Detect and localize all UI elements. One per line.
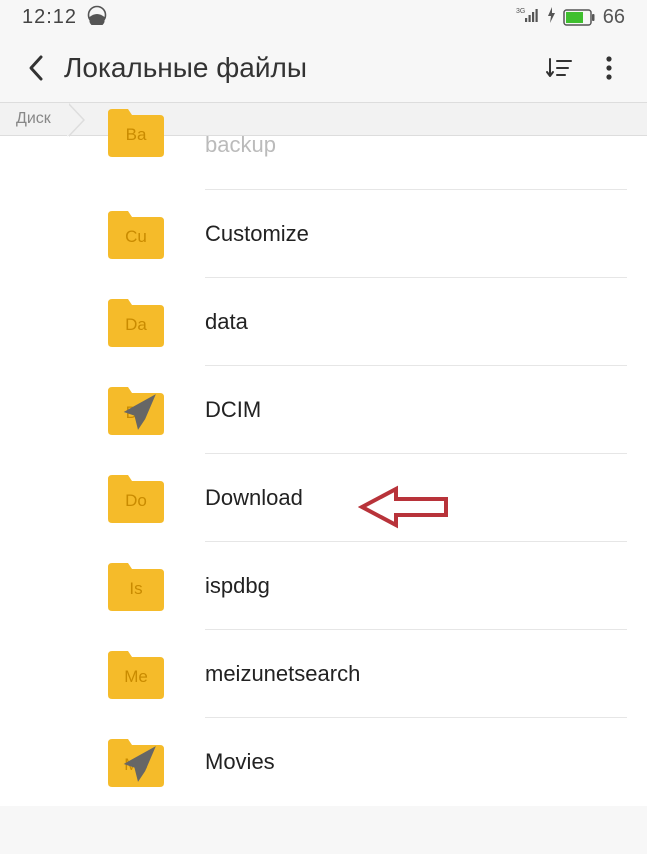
folder-icon: Do — [106, 473, 166, 523]
folder-name: backup — [205, 132, 276, 158]
battery-icon — [563, 9, 595, 26]
charging-icon — [546, 6, 557, 29]
sort-button[interactable] — [537, 46, 581, 90]
folder-icon: Da — [106, 297, 166, 347]
back-button[interactable] — [16, 48, 56, 88]
folder-icon: Dc — [106, 385, 166, 435]
status-bar: 12:12 3G 66 — [0, 0, 647, 34]
folder-name: meizunetsearch — [205, 661, 360, 687]
list-item[interactable]: Dc DCIM — [0, 366, 647, 454]
list-item[interactable]: Mo Movies — [0, 718, 647, 806]
titlebar: Локальные файлы — [0, 34, 647, 102]
folder-icon: Mo — [106, 737, 166, 787]
status-time: 12:12 — [22, 6, 77, 29]
signal-icon: 3G — [516, 6, 540, 29]
folder-tag: Ba — [126, 125, 147, 145]
folder-name: Customize — [205, 221, 309, 247]
folder-name: DCIM — [205, 397, 261, 423]
breadcrumb-root[interactable]: Диск — [0, 103, 67, 135]
list-item[interactable]: Da data — [0, 278, 647, 366]
folder-icon: Is — [106, 561, 166, 611]
folder-name: ispdbg — [205, 573, 270, 599]
overflow-menu-button[interactable] — [587, 46, 631, 90]
folder-name: Movies — [205, 749, 275, 775]
breadcrumb: Диск — [0, 102, 647, 136]
folder-icon: Ba — [106, 107, 166, 157]
page-title: Локальные файлы — [64, 52, 531, 84]
folder-icon: Me — [106, 649, 166, 699]
list-item[interactable]: Do Download — [0, 454, 647, 542]
file-list: Ba backup Cu Customize Da data Dc DCIM — [0, 136, 647, 806]
list-item[interactable]: Ba backup — [0, 136, 647, 190]
list-item[interactable]: Is ispdbg — [0, 542, 647, 630]
dnd-icon — [87, 5, 107, 30]
folder-tag: Cu — [125, 227, 147, 247]
battery-percent: 66 — [603, 6, 625, 29]
folder-tag: Do — [125, 491, 147, 511]
share-badge-icon — [108, 739, 168, 789]
svg-text:3G: 3G — [516, 8, 525, 15]
breadcrumb-label: Диск — [16, 110, 51, 128]
folder-tag: Da — [125, 315, 147, 335]
folder-icon: Cu — [106, 209, 166, 259]
folder-tag: Is — [129, 579, 142, 599]
list-item[interactable]: Cu Customize — [0, 190, 647, 278]
folder-name: Download — [205, 485, 303, 511]
folder-tag: Me — [124, 667, 148, 687]
share-badge-icon — [108, 387, 168, 437]
folder-name: data — [205, 309, 248, 335]
list-item[interactable]: Me meizunetsearch — [0, 630, 647, 718]
